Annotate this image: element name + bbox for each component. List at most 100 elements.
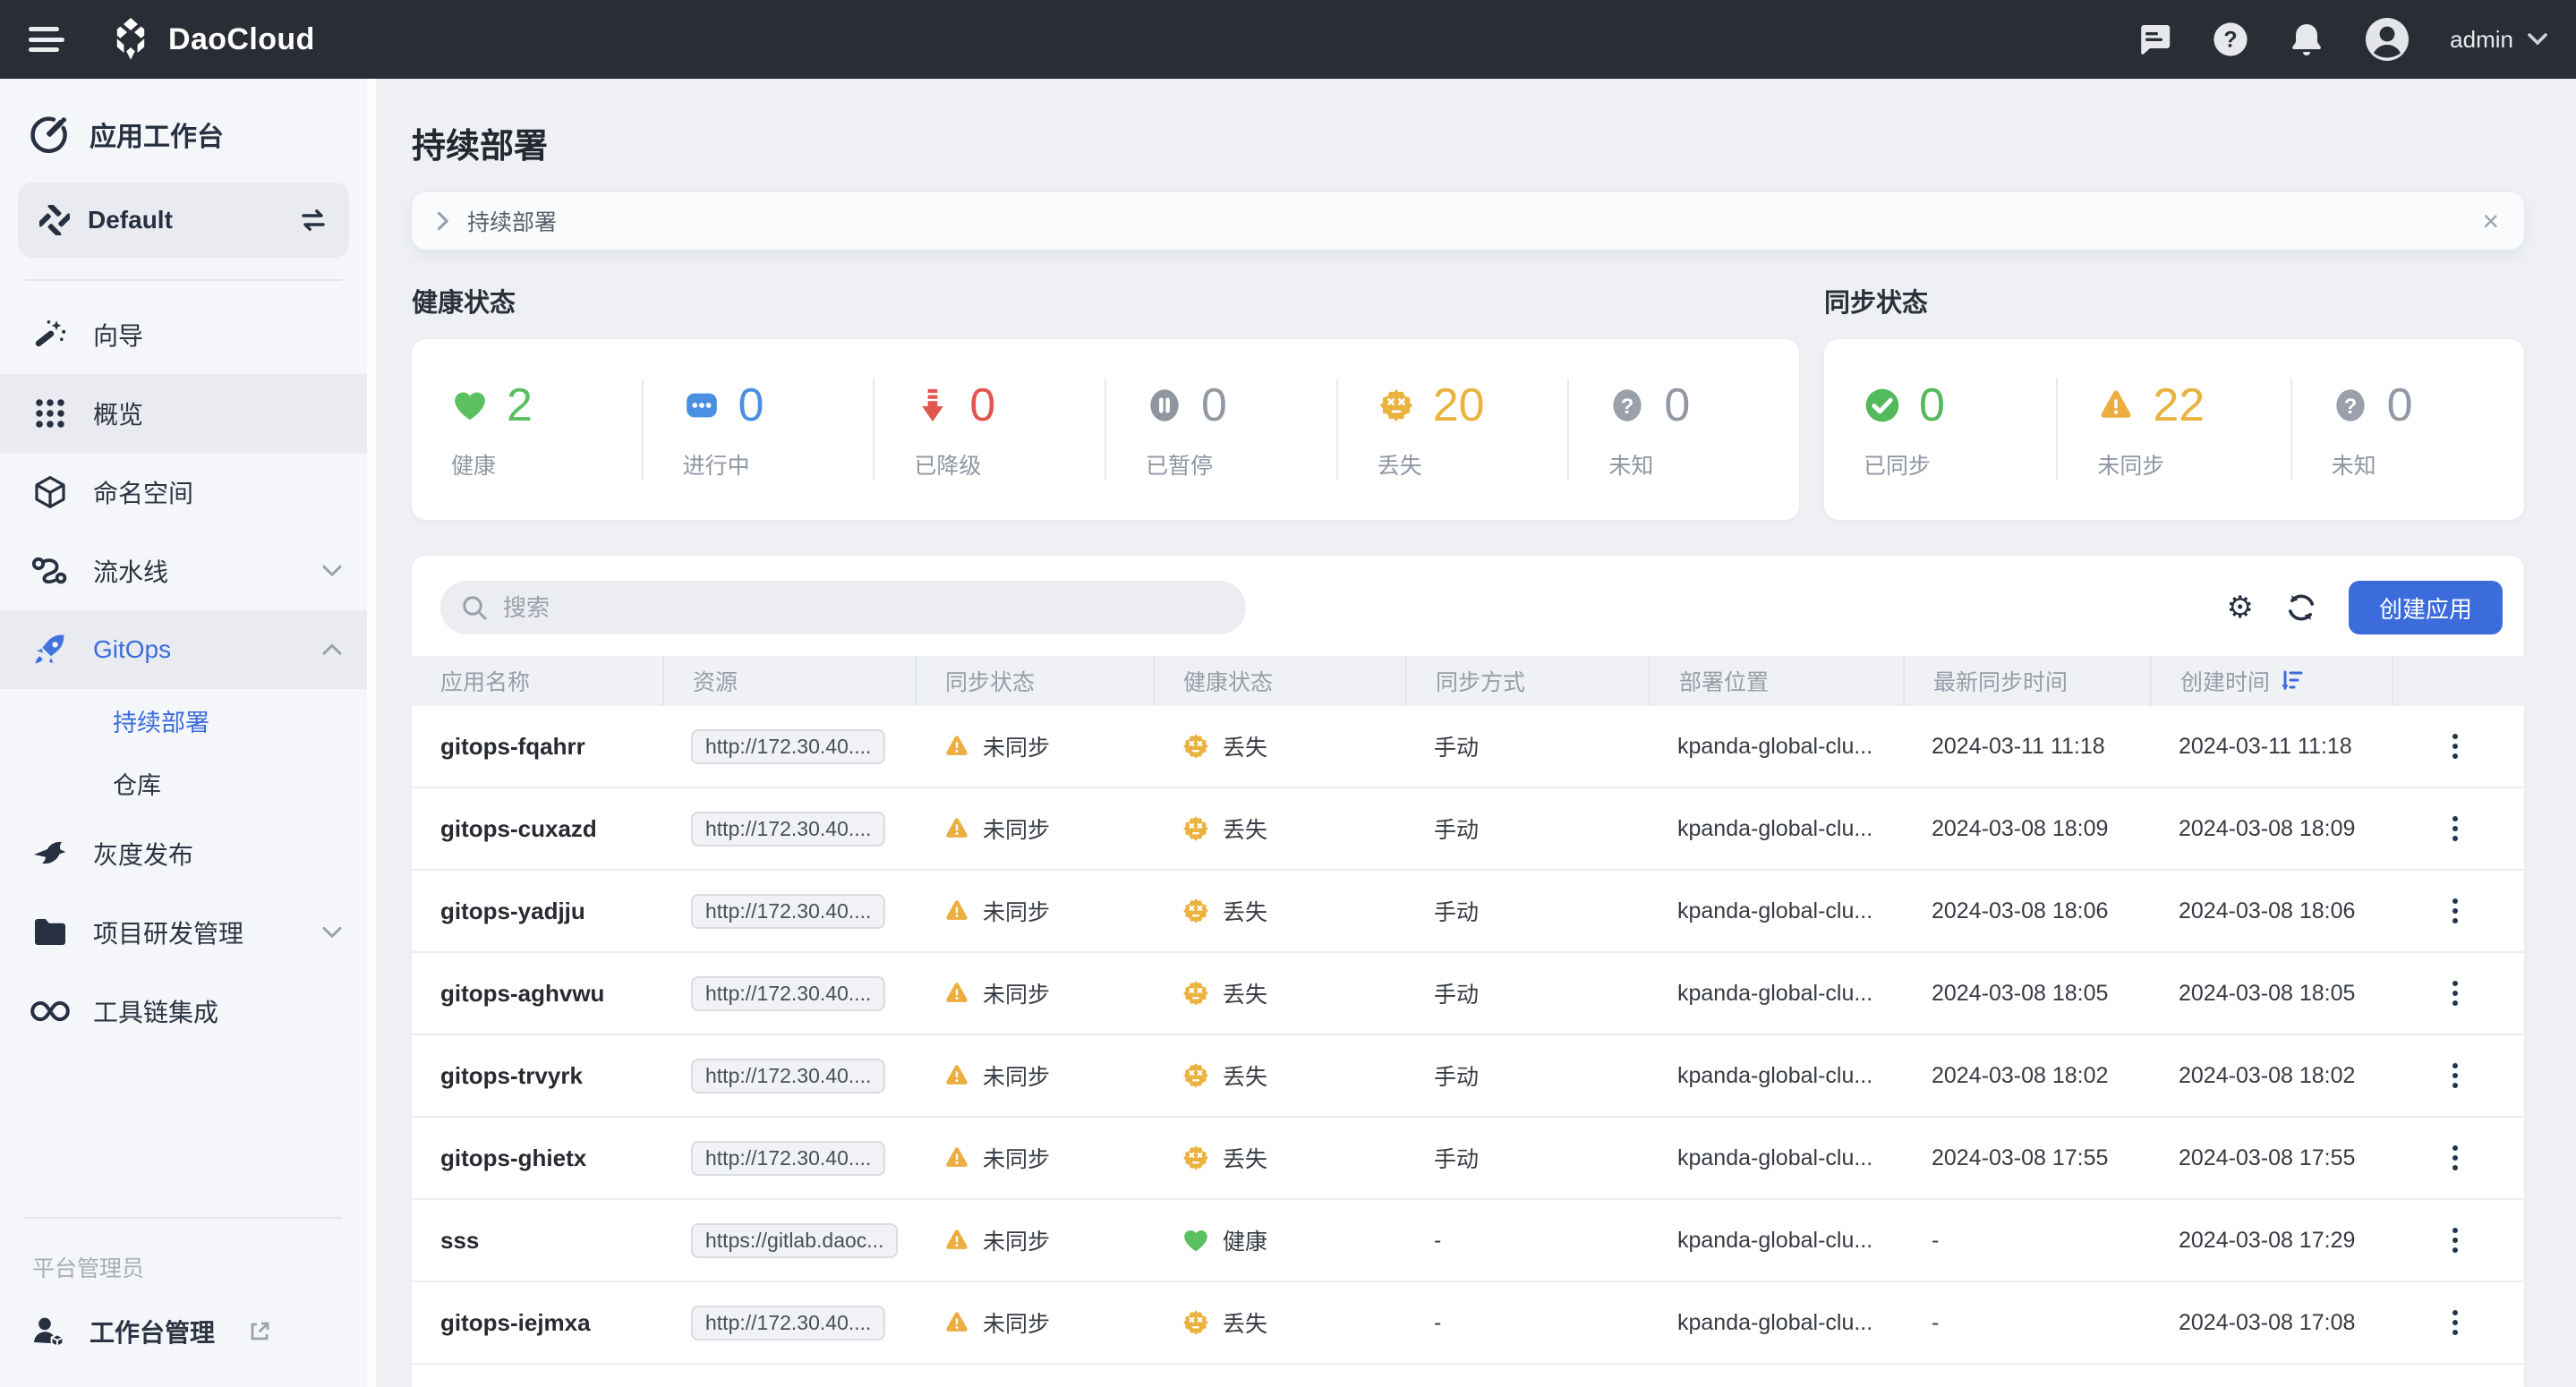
role-label: 平台管理员 — [0, 1233, 367, 1294]
kebab-menu-icon[interactable] — [2445, 727, 2465, 766]
lost-icon — [1181, 897, 1210, 925]
kebab-menu-icon[interactable] — [2445, 1221, 2465, 1260]
main-content: 持续部署 持续部署 × 健康状态 2健康0进行中0已降级0已暂停20丢失?0未知… — [376, 79, 2576, 1387]
table-row[interactable]: gitops-fqahrrhttp://172.30.40....未同步丢失手动… — [412, 706, 2524, 788]
table-row[interactable]: gitops-trvyrkhttp://172.30.40....未同步丢失手动… — [412, 1035, 2524, 1118]
workbench-icon — [29, 115, 68, 154]
stat-已同步: 0已同步 — [1824, 379, 2056, 481]
resource-tag[interactable]: http://172.30.40.... — [691, 1306, 885, 1340]
sidebar-item-label: 命名空间 — [93, 474, 342, 510]
kebab-menu-icon[interactable] — [2445, 809, 2465, 848]
app-name[interactable]: gitops-aghvwu — [412, 953, 662, 1034]
sync-status-label: 未同步 — [983, 1059, 1050, 1092]
sidebar-subitem-仓库[interactable]: 仓库 — [0, 752, 367, 814]
app-name[interactable]: gitops-fqahrr — [412, 706, 662, 787]
created-time: 2024-03-08 18:09 — [2150, 788, 2392, 869]
bird-icon — [30, 834, 70, 873]
health-status-cell: 丢失 — [1153, 871, 1405, 951]
sidebar-item-GitOps[interactable]: GitOps — [0, 610, 367, 689]
sidebar-item-流水线[interactable]: 流水线 — [0, 532, 367, 610]
close-icon[interactable]: × — [2482, 207, 2499, 235]
stat-label: 进行中 — [683, 448, 874, 481]
resource-tag[interactable]: http://172.30.40.... — [691, 894, 885, 929]
deploy-location: kpanda-global-clu... — [1649, 1282, 1903, 1363]
resource-cell: http://172.30.40.... — [662, 1282, 915, 1363]
health-status-card: 2健康0进行中0已降级0已暂停20丢失?0未知 — [412, 339, 1799, 520]
table-row[interactable]: gitops-cuxazdhttp://172.30.40....未同步丢失手动… — [412, 788, 2524, 871]
heart-icon — [1181, 1226, 1210, 1255]
app-name[interactable]: sss — [412, 1200, 662, 1281]
resource-cell: http://172.30.40.... — [662, 788, 915, 869]
app-name[interactable]: gitops-ghietx — [412, 1118, 662, 1198]
stat-value: 2 — [507, 379, 533, 432]
user-menu[interactable]: admin — [2450, 26, 2547, 54]
sidebar-item-灰度发布[interactable]: 灰度发布 — [0, 814, 367, 893]
svg-text:?: ? — [2343, 395, 2357, 419]
sidebar-item-项目研发管理[interactable]: 项目研发管理 — [0, 893, 367, 972]
avatar[interactable] — [2364, 16, 2410, 63]
refresh-icon[interactable] — [2286, 592, 2316, 623]
kebab-menu-icon[interactable] — [2445, 1138, 2465, 1178]
question-icon: ? — [1608, 387, 1646, 424]
breadcrumb-item[interactable]: 持续部署 — [467, 205, 557, 237]
menu-toggle-icon[interactable] — [29, 27, 64, 52]
last-sync-time: 2024-03-08 17:55 — [1903, 1118, 2150, 1198]
chat-icon[interactable] — [2137, 21, 2172, 57]
sidebar-subitem-持续部署[interactable]: 持续部署 — [0, 689, 367, 752]
table-row[interactable]: gitops-aghvwuhttp://172.30.40....未同步丢失手动… — [412, 953, 2524, 1035]
resource-tag[interactable]: https://gitlab.daoc... — [691, 1223, 898, 1258]
created-time: 2024-03-11 11:18 — [2150, 706, 2392, 787]
app-name[interactable]: gitops-cuxazd — [412, 788, 662, 869]
lost-icon — [1181, 1061, 1210, 1090]
lost-icon — [1181, 732, 1210, 761]
kebab-menu-icon[interactable] — [2445, 974, 2465, 1013]
admin-icon — [30, 1315, 66, 1349]
resource-tag[interactable]: http://172.30.40.... — [691, 1141, 885, 1176]
app-name[interactable]: gitops-trvyrk — [412, 1035, 662, 1116]
workspace-selector[interactable]: Default — [18, 183, 349, 258]
resource-tag[interactable]: http://172.30.40.... — [691, 729, 885, 764]
table-row[interactable]: gitops-iejmxahttp://172.30.40....未同步丢失-k… — [412, 1282, 2524, 1365]
app-name[interactable]: gitops-dixgyl — [412, 1365, 662, 1387]
last-sync-time: 2024-03-08 18:09 — [1903, 788, 2150, 869]
actions-cell — [2392, 1365, 2524, 1387]
page-title: 持续部署 — [412, 118, 2524, 167]
stat-丢失: 20丢失 — [1336, 379, 1568, 481]
breadcrumb-expand-icon[interactable] — [437, 211, 449, 231]
resource-tag[interactable]: http://172.30.40.... — [691, 812, 885, 847]
create-app-button[interactable]: 创建应用 — [2349, 581, 2503, 634]
sync-status-label: 未同步 — [983, 1306, 1050, 1339]
sidebar-item-概览[interactable]: 概览 — [0, 374, 367, 453]
kebab-menu-icon[interactable] — [2445, 1056, 2465, 1095]
warning-icon — [943, 898, 970, 924]
health-status-cell: 丢失 — [1153, 706, 1405, 787]
table-row[interactable]: gitops-dixgylhttps://gitlab.daoc...未同步丢失… — [412, 1365, 2524, 1387]
stat-已降级: 0已降级 — [873, 379, 1105, 481]
brand-name: DaoCloud — [168, 22, 315, 57]
sidebar-item-workbench-manage[interactable]: 工作台管理 — [0, 1294, 367, 1369]
sidebar-item-向导[interactable]: 向导 — [0, 295, 367, 374]
table-row[interactable]: gitops-ghietxhttp://172.30.40....未同步丢失手动… — [412, 1118, 2524, 1200]
kebab-menu-icon[interactable] — [2445, 891, 2465, 931]
sidebar-item-工具链集成[interactable]: 工具链集成 — [0, 972, 367, 1051]
sort-descending-icon[interactable] — [2281, 669, 2304, 693]
kebab-menu-icon[interactable] — [2445, 1303, 2465, 1342]
swap-icon[interactable] — [299, 208, 328, 233]
help-icon[interactable]: ? — [2212, 21, 2249, 58]
created-time: 2024-03-08 18:02 — [2150, 1035, 2392, 1116]
table-row[interactable]: ssshttps://gitlab.daoc...未同步健康-kpanda-gl… — [412, 1200, 2524, 1282]
resource-tag[interactable]: http://172.30.40.... — [691, 976, 885, 1011]
resource-tag[interactable]: http://172.30.40.... — [691, 1059, 885, 1093]
deploy-location: kpanda-global-clu... — [1649, 1035, 1903, 1116]
workbench-manage-label: 工作台管理 — [90, 1314, 215, 1349]
sidebar-item-命名空间[interactable]: 命名空间 — [0, 453, 367, 532]
search-input[interactable] — [499, 592, 1224, 624]
app-name[interactable]: gitops-yadjju — [412, 871, 662, 951]
app-name[interactable]: gitops-iejmxa — [412, 1282, 662, 1363]
table-row[interactable]: gitops-yadjjuhttp://172.30.40....未同步丢失手动… — [412, 871, 2524, 953]
actions-cell — [2392, 871, 2524, 951]
sidebar-workbench[interactable]: 应用工作台 — [0, 97, 367, 172]
bell-icon[interactable] — [2289, 21, 2324, 58]
gear-icon[interactable]: ⚙ — [2227, 592, 2254, 623]
column-label: 创建时间 — [2180, 665, 2270, 697]
